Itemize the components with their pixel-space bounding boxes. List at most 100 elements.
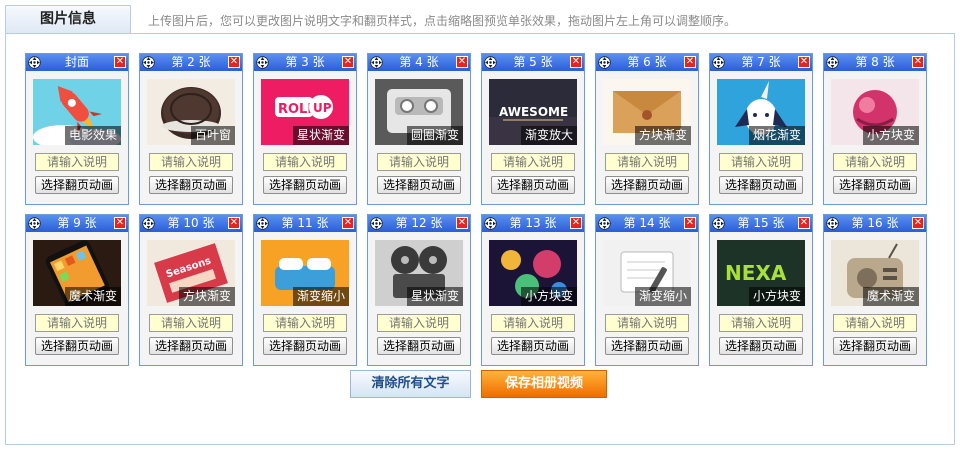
svg-text:NEXA: NEXA: [725, 261, 787, 285]
select-animation-button[interactable]: 选择翻页动画: [263, 337, 347, 355]
thumbnail[interactable]: 圆圈渐变: [375, 79, 463, 145]
drag-handle-icon[interactable]: [256, 56, 269, 69]
card-header: 第 16 张 ✕: [824, 215, 926, 232]
select-animation-button[interactable]: 选择翻页动画: [491, 176, 575, 194]
caption-input[interactable]: [263, 314, 347, 332]
close-icon[interactable]: ✕: [912, 56, 924, 68]
caption-input[interactable]: [833, 153, 917, 171]
select-animation-button[interactable]: 选择翻页动画: [149, 337, 233, 355]
effect-label: 魔术渐变: [64, 287, 121, 306]
thumbnail[interactable]: AWESOME 渐变放大: [489, 79, 577, 145]
caption-input[interactable]: [605, 314, 689, 332]
drag-handle-icon[interactable]: [256, 217, 269, 230]
drag-handle-icon[interactable]: [484, 217, 497, 230]
drag-handle-icon[interactable]: [712, 56, 725, 69]
close-icon[interactable]: ✕: [228, 56, 240, 68]
effect-label: 渐变缩小: [634, 287, 691, 306]
thumbnail[interactable]: 烟花渐变: [717, 79, 805, 145]
select-animation-button[interactable]: 选择翻页动画: [833, 176, 917, 194]
thumbnail[interactable]: 方块渐变: [603, 79, 691, 145]
select-animation-button[interactable]: 选择翻页动画: [377, 337, 461, 355]
caption-input[interactable]: [719, 314, 803, 332]
caption-input[interactable]: [719, 153, 803, 171]
thumbnail[interactable]: 星状渐变: [375, 240, 463, 306]
caption-input[interactable]: [377, 314, 461, 332]
thumbnail[interactable]: 渐变缩小: [603, 240, 691, 306]
close-icon[interactable]: ✕: [684, 56, 696, 68]
drag-handle-icon[interactable]: [28, 217, 41, 230]
drag-handle-icon[interactable]: [28, 56, 41, 69]
tab-image-info[interactable]: 图片信息: [5, 5, 131, 33]
card-header: 第 12 张 ✕: [368, 215, 470, 232]
close-icon[interactable]: ✕: [570, 56, 582, 68]
thumbnail[interactable]: 渐变缩小: [261, 240, 349, 306]
thumbnail[interactable]: 小方块变: [831, 79, 919, 145]
close-icon[interactable]: ✕: [228, 217, 240, 229]
caption-input[interactable]: [263, 153, 347, 171]
drag-handle-icon[interactable]: [826, 56, 839, 69]
close-icon[interactable]: ✕: [798, 217, 810, 229]
caption-input[interactable]: [35, 153, 119, 171]
caption-input[interactable]: [491, 314, 575, 332]
drag-handle-icon[interactable]: [826, 217, 839, 230]
drag-handle-icon[interactable]: [370, 217, 383, 230]
effect-label: 小方块变: [520, 287, 577, 306]
drag-handle-icon[interactable]: [142, 56, 155, 69]
card-header: 第 7 张 ✕: [710, 54, 812, 71]
select-animation-button[interactable]: 选择翻页动画: [377, 176, 461, 194]
thumbnail[interactable]: ROLL UP 星状渐变: [261, 79, 349, 145]
thumbnail[interactable]: 魔术渐变: [33, 240, 121, 306]
card-title: 第 15 张: [737, 216, 785, 230]
select-animation-button[interactable]: 选择翻页动画: [833, 337, 917, 355]
close-icon[interactable]: ✕: [798, 56, 810, 68]
close-icon[interactable]: ✕: [342, 56, 354, 68]
thumbnail[interactable]: 百叶窗: [147, 79, 235, 145]
select-animation-button[interactable]: 选择翻页动画: [149, 176, 233, 194]
close-icon[interactable]: ✕: [456, 56, 468, 68]
drag-handle-icon[interactable]: [484, 56, 497, 69]
select-animation-button[interactable]: 选择翻页动画: [719, 337, 803, 355]
close-icon[interactable]: ✕: [912, 217, 924, 229]
thumbnail[interactable]: 小方块变: [489, 240, 577, 306]
thumbnail[interactable]: Seasons 方块渐变: [147, 240, 235, 306]
card-header: 第 8 张 ✕: [824, 54, 926, 71]
caption-input[interactable]: [35, 314, 119, 332]
photo-card: 第 6 张 ✕ 方块渐变 选择翻页动画: [595, 53, 699, 205]
save-album-video-button[interactable]: 保存相册视频: [481, 370, 607, 398]
drag-handle-icon[interactable]: [370, 56, 383, 69]
caption-input[interactable]: [377, 153, 461, 171]
drag-handle-icon[interactable]: [142, 217, 155, 230]
caption-input[interactable]: [491, 153, 575, 171]
select-animation-button[interactable]: 选择翻页动画: [35, 337, 119, 355]
card-header: 封面 ✕: [26, 54, 128, 71]
select-animation-button[interactable]: 选择翻页动画: [35, 176, 119, 194]
close-icon[interactable]: ✕: [342, 217, 354, 229]
close-icon[interactable]: ✕: [456, 217, 468, 229]
card-title: 第 6 张: [627, 55, 667, 69]
caption-input[interactable]: [833, 314, 917, 332]
drag-handle-icon[interactable]: [598, 56, 611, 69]
clear-all-text-button[interactable]: 清除所有文字: [350, 370, 471, 398]
thumbnail[interactable]: 魔术渐变: [831, 240, 919, 306]
card-title: 第 12 张: [395, 216, 443, 230]
card-header: 第 11 张 ✕: [254, 215, 356, 232]
close-icon[interactable]: ✕: [114, 217, 126, 229]
card-header: 第 15 张 ✕: [710, 215, 812, 232]
close-icon[interactable]: ✕: [570, 217, 582, 229]
drag-handle-icon[interactable]: [598, 217, 611, 230]
thumbnail[interactable]: 电影效果: [33, 79, 121, 145]
instruction-text: 上传图片后，您可以更改图片说明文字和翻页样式，点击缩略图预览单张效果，拖动图片左…: [148, 14, 737, 28]
select-animation-button[interactable]: 选择翻页动画: [605, 176, 689, 194]
close-icon[interactable]: ✕: [114, 56, 126, 68]
close-icon[interactable]: ✕: [684, 217, 696, 229]
caption-input[interactable]: [149, 153, 233, 171]
select-animation-button[interactable]: 选择翻页动画: [605, 337, 689, 355]
select-animation-button[interactable]: 选择翻页动画: [491, 337, 575, 355]
photo-card: 第 12 张 ✕ 星状渐变 选择翻页动画: [367, 214, 471, 366]
caption-input[interactable]: [605, 153, 689, 171]
caption-input[interactable]: [149, 314, 233, 332]
select-animation-button[interactable]: 选择翻页动画: [263, 176, 347, 194]
thumbnail[interactable]: NEXA 小方块变: [717, 240, 805, 306]
select-animation-button[interactable]: 选择翻页动画: [719, 176, 803, 194]
drag-handle-icon[interactable]: [712, 217, 725, 230]
